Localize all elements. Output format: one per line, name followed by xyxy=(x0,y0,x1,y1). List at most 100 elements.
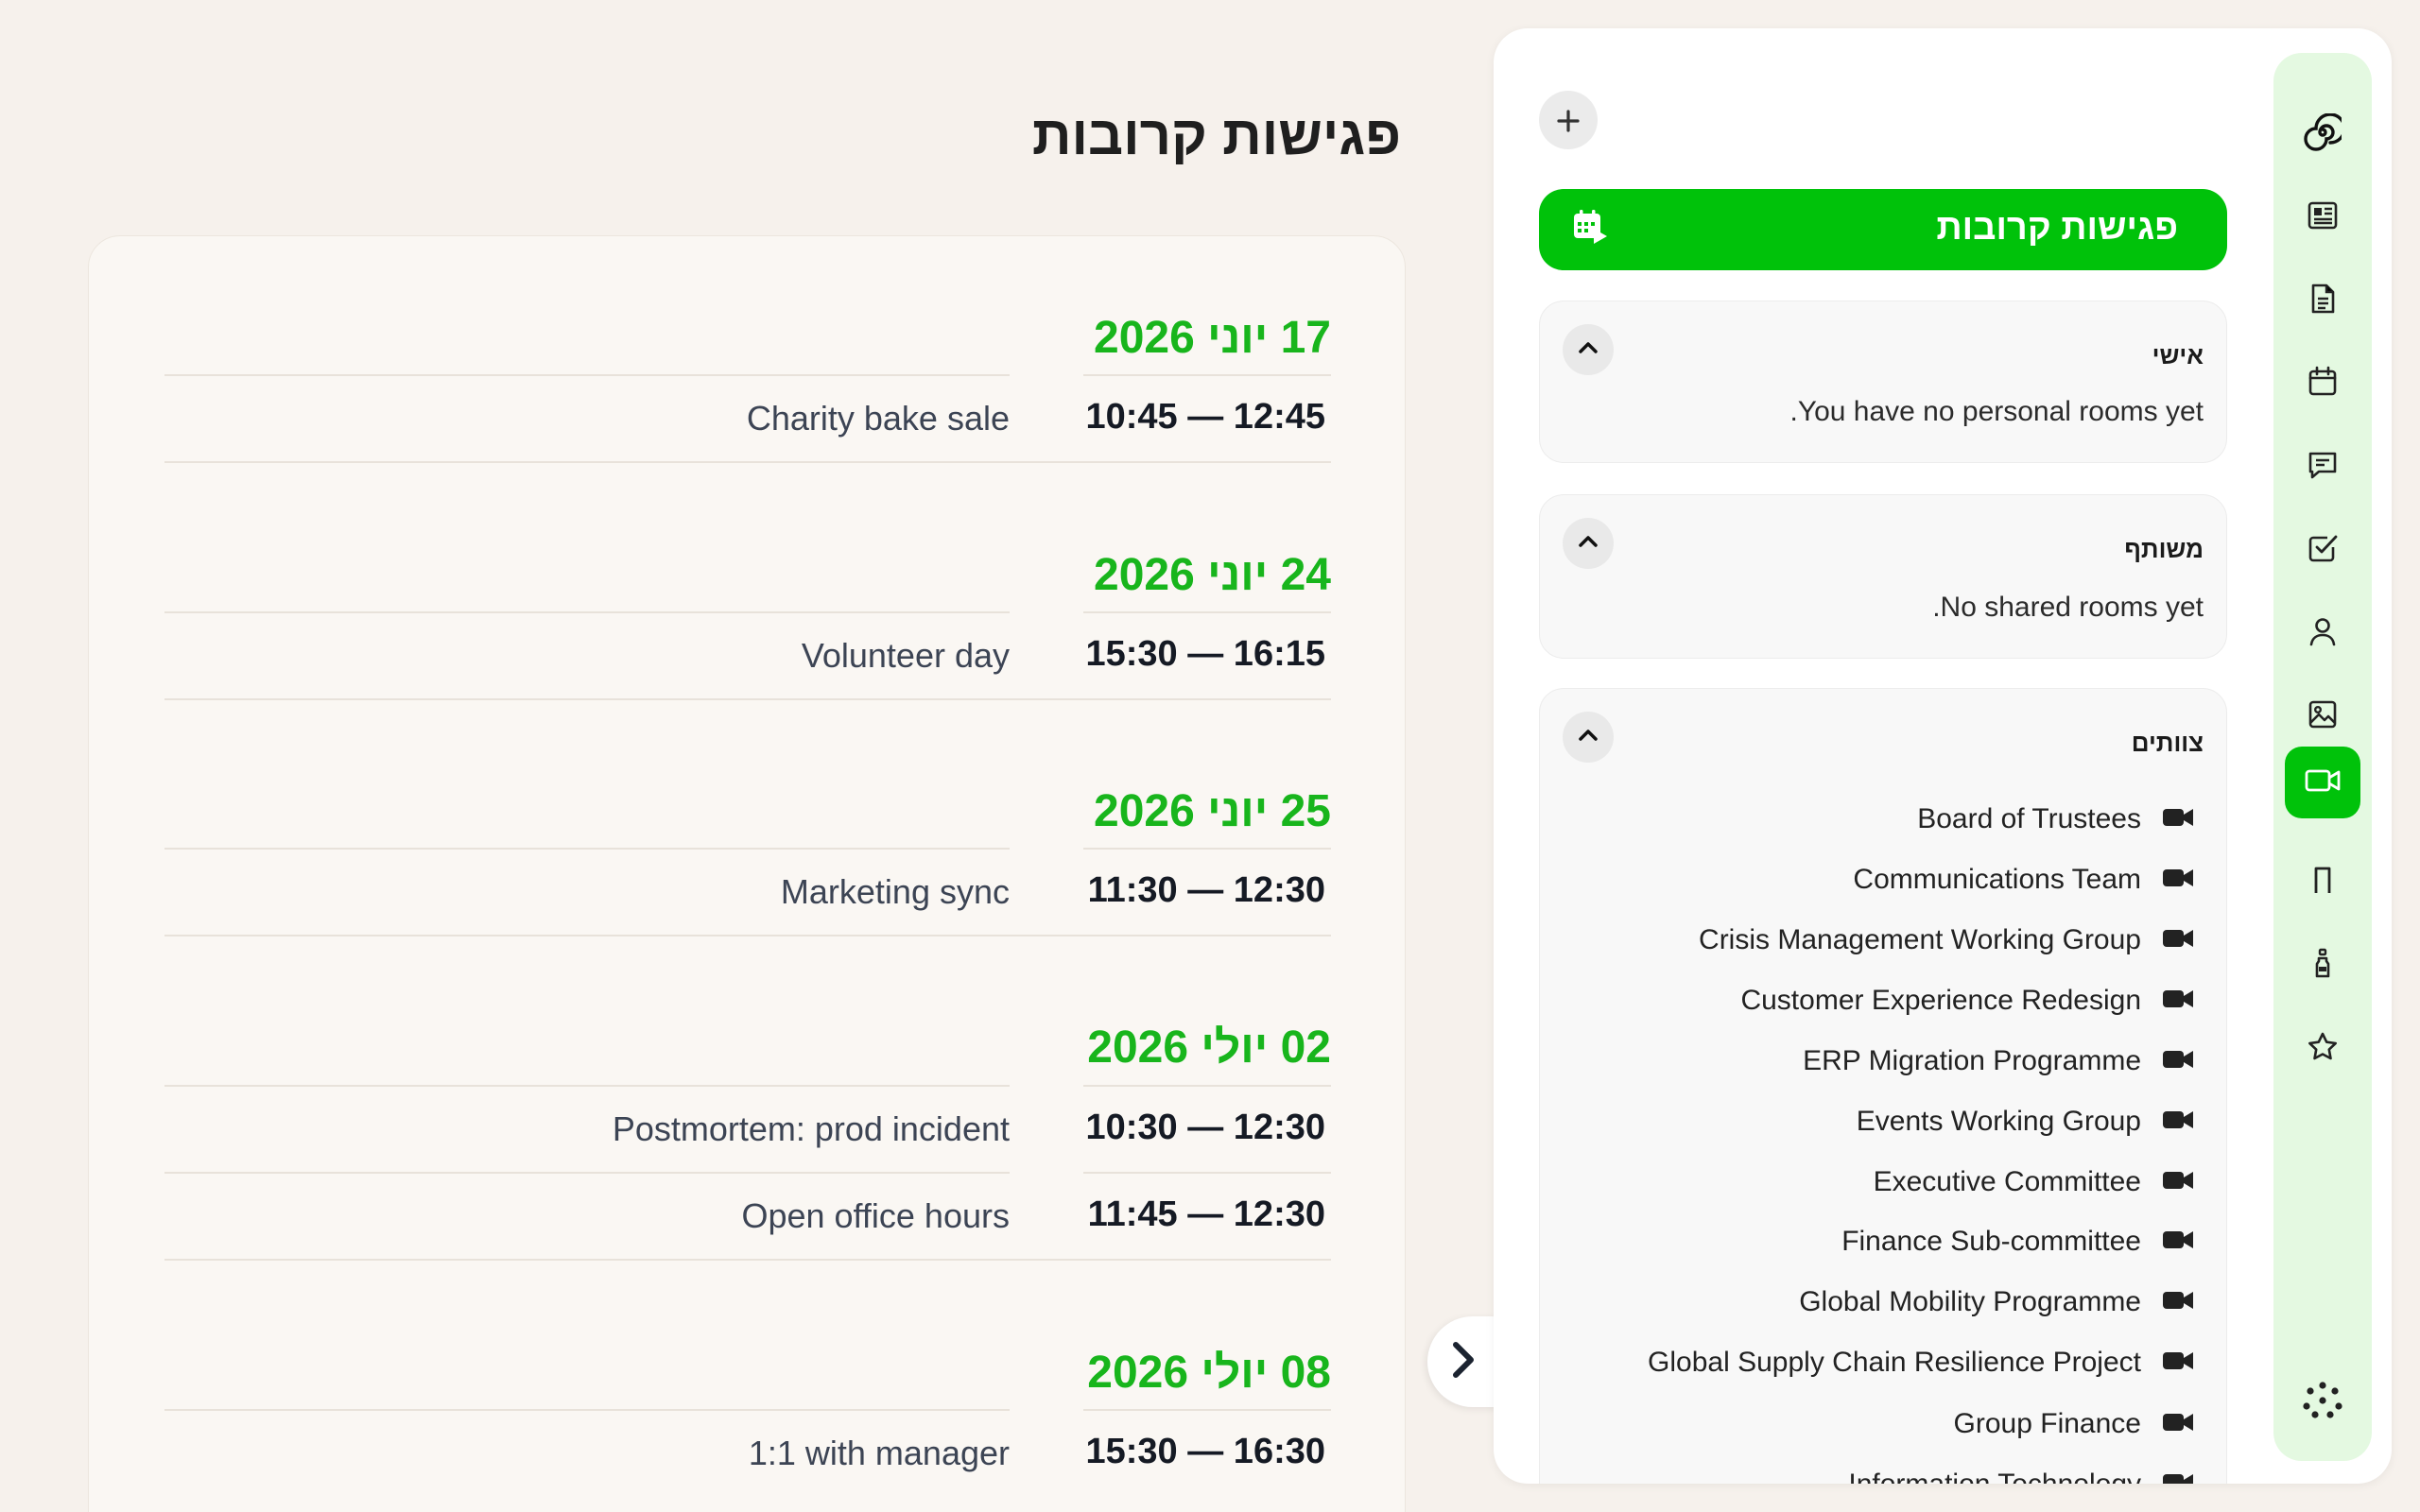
team-room-item[interactable]: Global Mobility Programme xyxy=(1799,1279,2194,1326)
rail-gallery[interactable] xyxy=(2285,680,2360,752)
video-camera-icon xyxy=(2162,927,2194,954)
team-room-item[interactable]: Finance Sub-committee xyxy=(1841,1218,2194,1265)
meeting-row[interactable]: Charity bake sale 10:45 — 12:45 xyxy=(164,374,1331,463)
team-name: Group Finance xyxy=(1953,1408,2141,1439)
meeting-row[interactable]: 1:1 with manager 15:30 — 16:30 xyxy=(164,1409,1331,1496)
meeting-row[interactable]: Postmortem: prod incident 10:30 — 12:30 xyxy=(164,1085,1331,1172)
collapse-sidebar-button[interactable] xyxy=(1427,1316,1499,1407)
home-logo-button[interactable] xyxy=(2285,98,2360,170)
section-title: אישי xyxy=(2152,341,2204,369)
shared-rooms-section: משותף No shared rooms yet. xyxy=(1539,494,2227,659)
collapse-shared-button[interactable] xyxy=(1563,518,1614,569)
day-date: 25 יוני 2026 xyxy=(1094,786,1331,836)
team-name: Global Supply Chain Resilience Project xyxy=(1648,1347,2141,1378)
divider xyxy=(1083,1172,1331,1174)
add-room-button[interactable] xyxy=(1539,91,1598,149)
rail-bookmarks[interactable] xyxy=(2285,847,2360,919)
rail-contacts[interactable] xyxy=(2285,597,2360,669)
meeting-time: 10:30 — 12:30 xyxy=(1085,1108,1326,1147)
section-title: משותף xyxy=(2124,535,2204,563)
divider xyxy=(1083,848,1331,850)
divider xyxy=(1083,1409,1331,1411)
upcoming-meetings-button[interactable]: פגישות קרובות xyxy=(1539,189,2227,270)
section-title: צוותים xyxy=(2131,729,2204,757)
checkbox-icon xyxy=(2306,531,2340,570)
video-camera-icon xyxy=(2162,1228,2194,1256)
team-room-item[interactable]: Crisis Management Working Group xyxy=(1699,917,2194,964)
bookmark-icon xyxy=(2306,864,2340,902)
meeting-row[interactable]: Marketing sync 11:30 — 12:30 xyxy=(164,848,1331,936)
meeting-row[interactable]: Open office hours 11:45 — 12:30 xyxy=(164,1172,1331,1261)
page-title: פגישות קרובות xyxy=(1031,105,1401,166)
rooms-sidebar: פגישות קרובות אישי You have no personal … xyxy=(1494,28,2392,1484)
team-name: Customer Experience Redesign xyxy=(1740,985,2141,1016)
team-room-item[interactable]: Global Supply Chain Resilience Project xyxy=(1648,1339,2194,1386)
image-icon xyxy=(2306,697,2340,736)
video-camera-icon xyxy=(2162,1108,2194,1136)
chevron-up-icon xyxy=(1578,535,1599,553)
meeting-title: Marketing sync xyxy=(780,872,1010,911)
chat-icon xyxy=(2306,448,2340,487)
dots-grid-icon xyxy=(2302,1380,2343,1426)
divider xyxy=(164,611,1010,613)
newspaper-icon xyxy=(2306,198,2340,237)
meeting-time: 15:30 — 16:30 xyxy=(1085,1432,1326,1471)
meeting-title: Volunteer day xyxy=(801,636,1010,675)
day-date: 17 יוני 2026 xyxy=(1094,313,1331,363)
team-room-item[interactable]: Events Working Group xyxy=(1857,1098,2194,1145)
collapse-teams-button[interactable] xyxy=(1563,712,1614,763)
day-date: 02 יולי 2026 xyxy=(1087,1022,1331,1073)
team-name: Events Working Group xyxy=(1856,1106,2141,1137)
meeting-row[interactable]: Volunteer day 15:30 — 16:15 xyxy=(164,611,1331,700)
team-room-item[interactable]: Group Finance xyxy=(1954,1400,2194,1448)
video-camera-icon xyxy=(2162,1048,2194,1075)
video-camera-icon xyxy=(2162,1169,2194,1196)
team-room-item[interactable]: Information Technology xyxy=(1848,1461,2194,1484)
meeting-title: Postmortem: prod incident xyxy=(612,1109,1010,1148)
rail-tasks[interactable] xyxy=(2285,514,2360,586)
divider xyxy=(1083,611,1331,613)
video-camera-icon xyxy=(2162,1471,2194,1484)
team-room-item[interactable]: Customer Experience Redesign xyxy=(1740,977,2194,1024)
team-name: ERP Migration Programme xyxy=(1803,1045,2141,1076)
team-room-item[interactable]: Executive Committee xyxy=(1874,1159,2194,1206)
star-icon xyxy=(2306,1030,2340,1069)
meeting-title: Open office hours xyxy=(741,1196,1010,1235)
rail-documents[interactable] xyxy=(2285,265,2360,336)
rail-chat[interactable] xyxy=(2285,431,2360,503)
team-room-item[interactable]: ERP Migration Programme xyxy=(1803,1038,2194,1085)
rail-meetings[interactable] xyxy=(2285,747,2360,818)
team-name: Board of Trustees xyxy=(1917,803,2141,834)
meeting-time: 15:30 — 16:15 xyxy=(1085,634,1326,674)
empty-state-text: You have no personal rooms yet. xyxy=(1789,396,2204,427)
meetings-list: 17 יוני 2026 Charity bake sale 10:45 — 1… xyxy=(88,235,1406,1512)
rail-bottle[interactable] xyxy=(2285,930,2360,1002)
divider xyxy=(164,1259,1331,1261)
rail-favorites[interactable] xyxy=(2285,1013,2360,1085)
meeting-time: 10:45 — 12:45 xyxy=(1085,397,1326,437)
collapse-personal-button[interactable] xyxy=(1563,324,1614,375)
video-camera-icon xyxy=(2162,1349,2194,1377)
day-date: 08 יולי 2026 xyxy=(1087,1348,1331,1398)
app-navigation-rail xyxy=(2273,53,2372,1461)
teams-section: צוותים Board of Trustees Communications … xyxy=(1539,688,2227,1484)
divider xyxy=(164,1172,1010,1174)
divider xyxy=(164,935,1331,936)
team-room-item[interactable]: Communications Team xyxy=(1853,856,2194,903)
rail-apps[interactable] xyxy=(2285,1366,2360,1438)
divider xyxy=(164,848,1010,850)
team-room-item[interactable]: Board of Trustees xyxy=(1917,796,2194,843)
plus-icon xyxy=(1556,100,1581,140)
team-name: Finance Sub-committee xyxy=(1841,1226,2141,1257)
team-name: Crisis Management Working Group xyxy=(1699,924,2141,955)
divider xyxy=(164,374,1010,376)
meeting-title: 1:1 with manager xyxy=(748,1434,1010,1472)
rail-news[interactable] xyxy=(2285,181,2360,253)
spiral-logo-icon xyxy=(2304,112,2346,156)
chevron-up-icon xyxy=(1578,341,1599,359)
divider xyxy=(164,1409,1010,1411)
rail-calendar[interactable] xyxy=(2285,348,2360,420)
meeting-time: 11:45 — 12:30 xyxy=(1087,1194,1325,1234)
video-camera-icon xyxy=(2162,1411,2194,1438)
user-icon xyxy=(2306,614,2340,653)
